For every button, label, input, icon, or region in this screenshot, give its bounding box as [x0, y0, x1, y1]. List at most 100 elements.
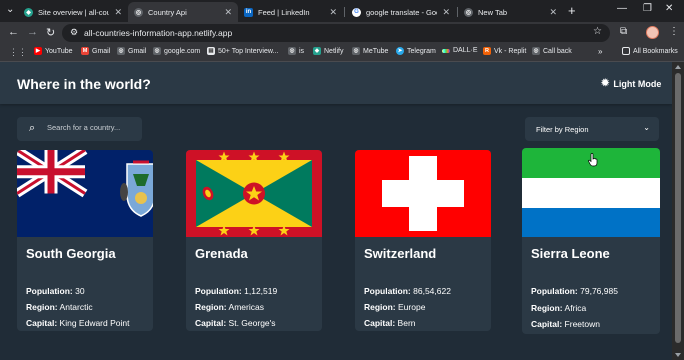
- globe-icon: ◎: [117, 47, 125, 55]
- theme-toggle-button[interactable]: ✹ Light Mode: [601, 78, 661, 89]
- bookmark-is[interactable]: ◎ is: [288, 47, 304, 55]
- scrollbar-thumb[interactable]: [675, 73, 681, 343]
- menu-icon[interactable]: ⋮: [669, 26, 679, 37]
- bookmark-netlify[interactable]: ◆ Netlify: [313, 47, 343, 55]
- country-card-south-georgia[interactable]: South Georgia Population: 30 Region: Ant…: [17, 150, 153, 331]
- region-value: Africa: [564, 303, 587, 313]
- bookmark-label: google.com: [164, 47, 201, 55]
- bookmarks-bar: ⋮⋮ ▶ YouTube M Gmail ◎ Gmail ◎ google.com ▤ 5…: [0, 44, 684, 62]
- close-tab-icon[interactable]: ✕: [114, 7, 122, 18]
- country-card-grenada[interactable]: Grenada Population: 1,12,519 Region: Ame…: [186, 150, 322, 331]
- scroll-up-icon[interactable]: [675, 65, 681, 69]
- population-value: 1,12,519: [244, 286, 278, 296]
- population-label: Population:: [531, 286, 578, 296]
- bookmark-google[interactable]: ◎ google.com: [153, 47, 200, 55]
- tab-google-translate[interactable]: G google translate - Google ✕: [346, 2, 456, 22]
- tab-title: Country Api: [148, 7, 187, 17]
- close-tab-icon[interactable]: ✕: [549, 7, 557, 18]
- globe-icon: ◎: [134, 7, 143, 17]
- new-tab-button[interactable]: +: [568, 3, 576, 18]
- capital-value: King Edward Point: [59, 318, 130, 328]
- avatar[interactable]: [646, 26, 659, 39]
- theme-toggle-label: Light Mode: [613, 78, 662, 89]
- search-input[interactable]: [47, 123, 137, 132]
- population-value: 30: [75, 286, 85, 296]
- google-icon: G: [352, 7, 361, 17]
- country-card-sierra-leone[interactable]: Sierra Leone Population: 79,76,985 Regio…: [522, 148, 660, 334]
- extensions-icon[interactable]: ⧉: [620, 26, 627, 37]
- search-box[interactable]: ⌕: [17, 117, 142, 141]
- minimize-icon[interactable]: —: [617, 3, 627, 14]
- back-icon[interactable]: ←: [8, 26, 19, 38]
- capital-label: Capital:: [195, 318, 227, 328]
- forward-icon[interactable]: →: [27, 26, 38, 38]
- apps-icon[interactable]: ⋮⋮: [9, 47, 27, 58]
- search-icon: ⌕: [29, 122, 36, 134]
- site-info-icon[interactable]: ⚙: [70, 27, 78, 38]
- tab-title: Feed | LinkedIn: [258, 7, 310, 17]
- globe-icon: ◎: [288, 47, 296, 55]
- bookmark-star-icon[interactable]: ☆: [593, 26, 602, 37]
- capital-row: Capital: Freetown: [531, 319, 600, 329]
- page-title: Where in the world?: [17, 76, 151, 92]
- reload-icon[interactable]: ↻: [46, 26, 55, 39]
- bookmark-interview[interactable]: ▤ 50+ Top Interview...: [207, 47, 278, 55]
- chrome-icon: ◎: [464, 7, 473, 17]
- region-filter-select[interactable]: Filter by Region ⌄: [525, 117, 659, 141]
- tab-new-tab[interactable]: ◎ New Tab ✕: [458, 2, 563, 22]
- bookmark-label: Gmail: [92, 47, 111, 55]
- replit-icon: R: [483, 47, 491, 55]
- country-name: Sierra Leone: [531, 246, 610, 261]
- bookmark-telegram[interactable]: ➤ Telegram: [396, 47, 436, 55]
- youtube-icon: ▶: [34, 47, 42, 55]
- country-card-switzerland[interactable]: Switzerland Population: 86,54,622 Region…: [355, 150, 491, 331]
- bookmark-label: Gmail: [128, 47, 147, 55]
- capital-row: Capital: St. George's: [195, 318, 276, 328]
- tab-title: google translate - Google: [366, 7, 437, 17]
- globe-icon: ◎: [532, 47, 540, 55]
- bookmark-label: is: [299, 47, 305, 55]
- close-tab-icon[interactable]: ✕: [329, 7, 337, 18]
- bookmark-callback[interactable]: ◎ Call back: [532, 47, 572, 55]
- tab-country-api[interactable]: ◎ Country Api ✕: [128, 2, 238, 22]
- folder-icon: [622, 47, 630, 55]
- bookmark-gmail[interactable]: M Gmail: [81, 47, 110, 55]
- tab-search-icon[interactable]: ⌄: [6, 4, 14, 15]
- all-bookmarks[interactable]: All Bookmarks: [622, 47, 678, 55]
- bookmark-dalle[interactable]: DALL·E: [442, 47, 478, 54]
- restore-icon[interactable]: ❐: [643, 3, 652, 14]
- flag-image-south-georgia: [17, 150, 153, 237]
- dalle-icon: [442, 48, 450, 53]
- bookmark-label: 50+ Top Interview...: [218, 47, 279, 55]
- page-scrollbar[interactable]: [672, 62, 684, 360]
- tab-site-overview[interactable]: ◆ Site overview | all-countries ✕: [18, 2, 128, 22]
- population-row: Population: 1,12,519: [195, 286, 277, 296]
- bookmark-youtube[interactable]: ▶ YouTube: [34, 47, 73, 55]
- country-name: South Georgia: [26, 246, 116, 261]
- all-bookmarks-label: All Bookmarks: [633, 47, 678, 55]
- bookmark-replit[interactable]: R Vk - Replit: [483, 47, 526, 55]
- bookmark-label: YouTube: [45, 47, 73, 55]
- address-bar[interactable]: ⚙ all-countries-information-app.netlify.…: [62, 24, 610, 42]
- hand-cursor-icon: [588, 153, 598, 167]
- bookmark-metube[interactable]: ◎ MeTube: [352, 47, 388, 55]
- close-tab-icon[interactable]: ✕: [442, 7, 450, 18]
- tab-linkedin[interactable]: in Feed | LinkedIn ✕: [238, 2, 343, 22]
- flag-image-switzerland: [355, 150, 491, 237]
- tab-title: Site overview | all-countries: [38, 7, 110, 17]
- population-row: Population: 86,54,622: [364, 286, 451, 296]
- population-label: Population:: [26, 286, 73, 296]
- population-row: Population: 79,76,985: [531, 286, 618, 296]
- bookmark-gmail-2[interactable]: ◎ Gmail: [117, 47, 146, 55]
- close-window-icon[interactable]: ✕: [665, 3, 673, 14]
- scroll-down-icon[interactable]: [675, 353, 681, 357]
- capital-value: St. George's: [228, 318, 276, 328]
- globe-icon: ◎: [352, 47, 360, 55]
- capital-value: Freetown: [564, 319, 600, 329]
- url-text[interactable]: all-countries-information-app.netlify.ap…: [84, 28, 232, 38]
- more-bookmarks-icon[interactable]: »: [598, 47, 602, 56]
- capital-label: Capital:: [531, 319, 563, 329]
- region-value: Europe: [398, 302, 426, 312]
- country-name: Switzerland: [364, 246, 437, 261]
- close-tab-icon[interactable]: ✕: [224, 7, 232, 18]
